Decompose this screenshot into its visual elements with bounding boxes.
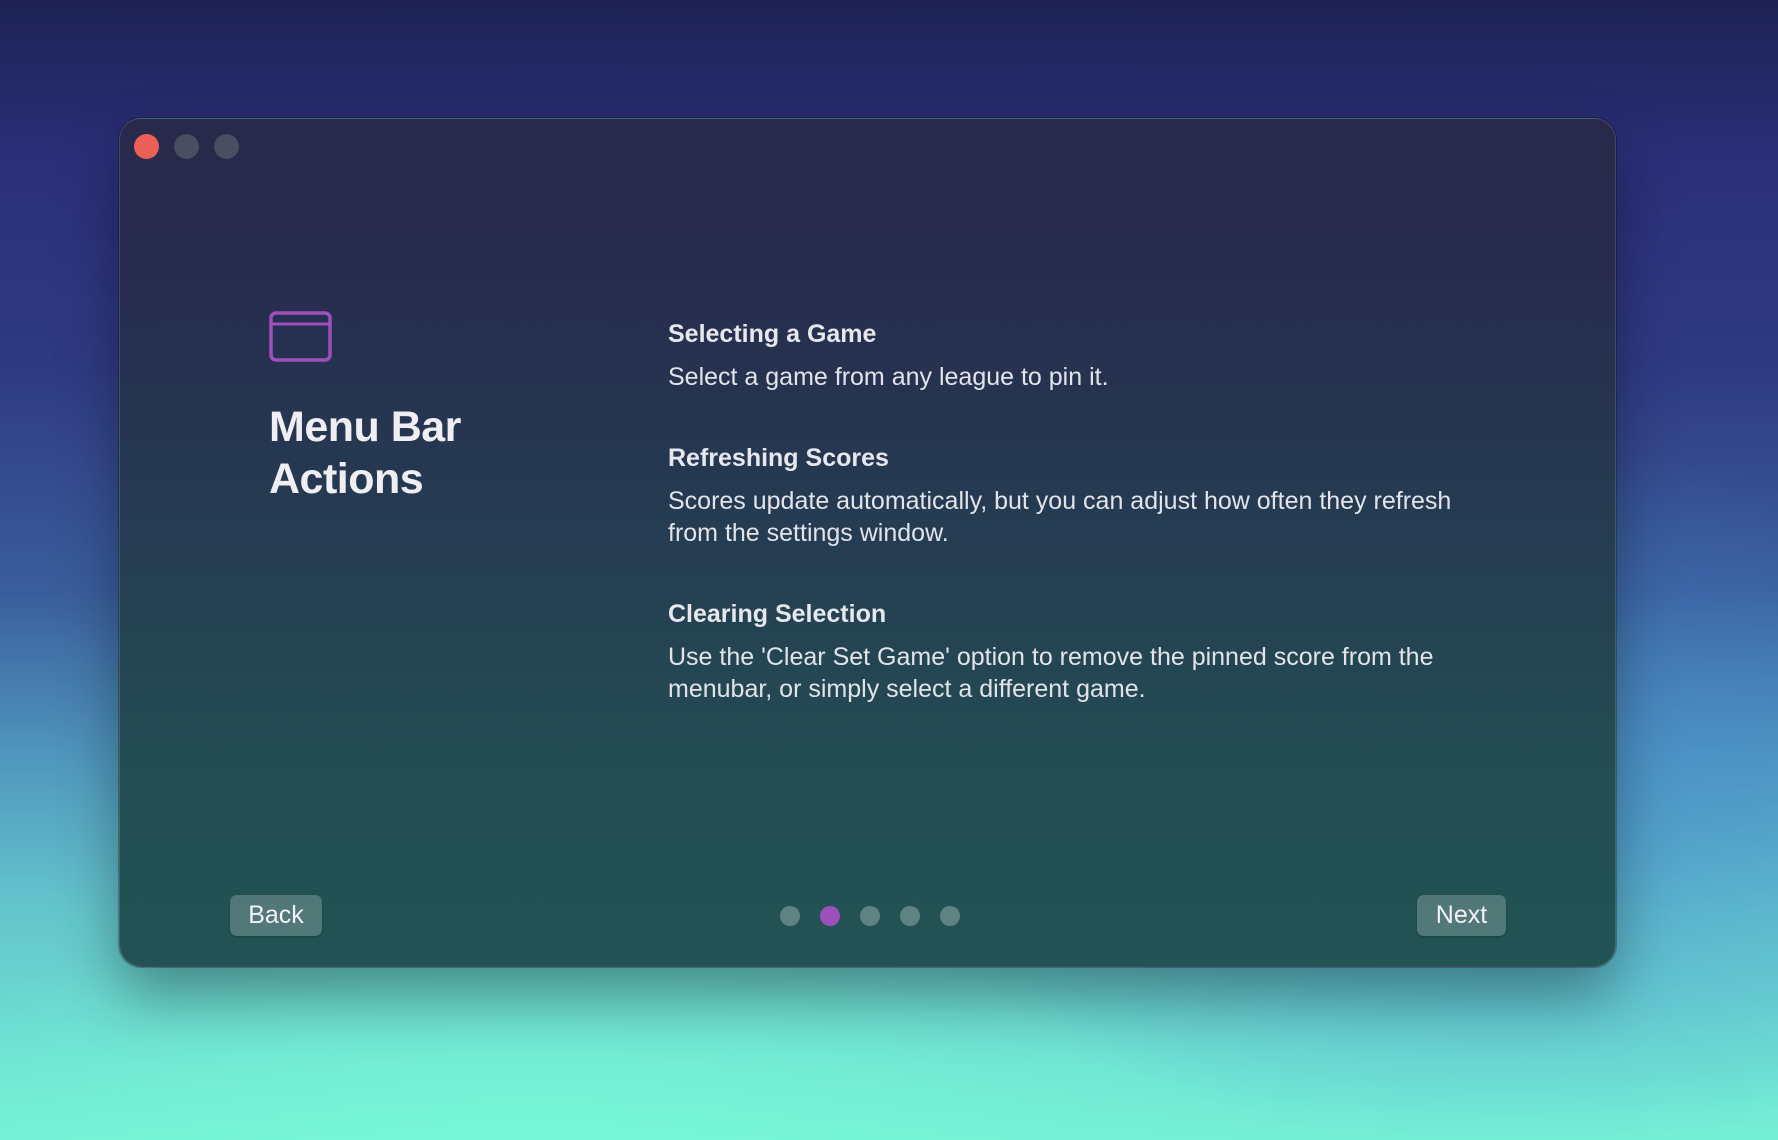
page-title: Menu Bar Actions: [269, 403, 461, 503]
page-dot-5[interactable]: [940, 906, 960, 926]
page-dot-3[interactable]: [860, 906, 880, 926]
page-dot-1[interactable]: [780, 906, 800, 926]
page-dot-4[interactable]: [900, 906, 920, 926]
section-refreshing-scores: Refreshing Scores Scores update automati…: [668, 443, 1498, 549]
next-button[interactable]: Next: [1417, 895, 1506, 936]
section-title: Selecting a Game: [668, 320, 877, 348]
section-body: Use the 'Clear Set Game' option to remov…: [668, 643, 1434, 703]
close-window-button[interactable]: [134, 134, 159, 159]
back-button[interactable]: Back: [230, 895, 322, 936]
window-icon: [269, 311, 332, 362]
onboarding-window: Menu Bar Actions Selecting a Game Select…: [119, 118, 1616, 967]
minimize-window-button[interactable]: [174, 134, 199, 159]
section-body: Select a game from any league to pin it.: [668, 363, 1109, 391]
section-clearing-selection: Clearing Selection Use the 'Clear Set Ga…: [668, 599, 1498, 705]
zoom-window-button[interactable]: [214, 134, 239, 159]
section-selecting-game: Selecting a Game Select a game from any …: [668, 319, 1109, 393]
page-indicator: [780, 906, 960, 926]
section-body: Scores update automatically, but you can…: [668, 487, 1452, 547]
section-title: Clearing Selection: [668, 600, 887, 628]
section-title: Refreshing Scores: [668, 444, 889, 472]
page-dot-2[interactable]: [820, 906, 840, 926]
